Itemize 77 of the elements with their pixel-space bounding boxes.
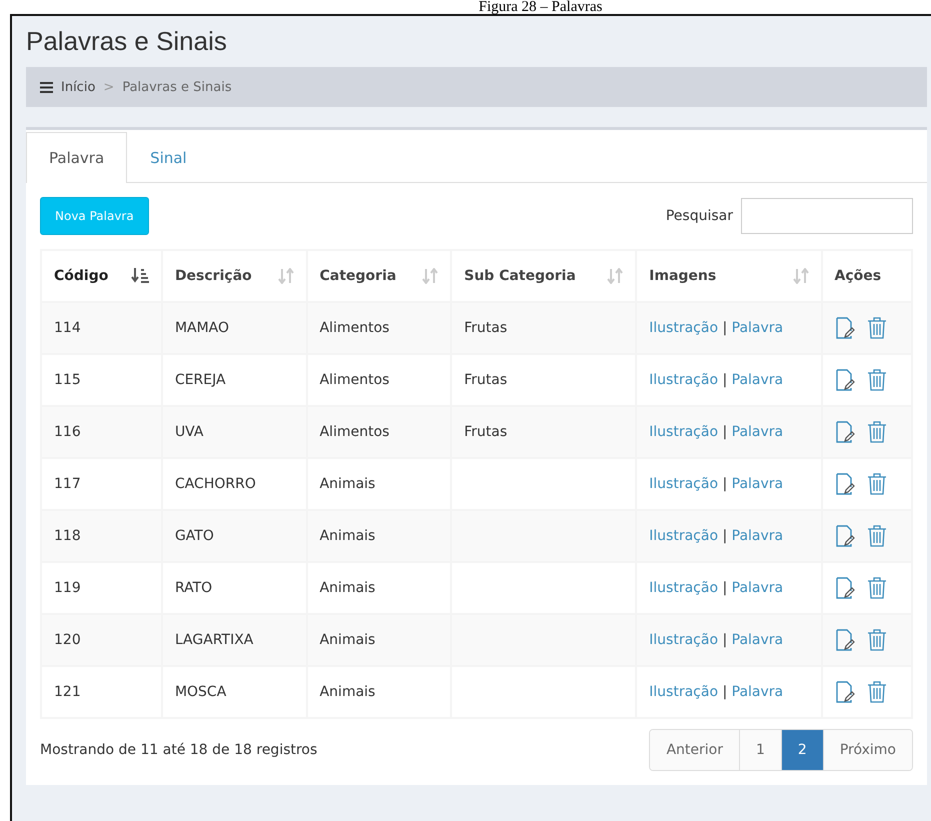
column-header[interactable]: Imagens: [636, 250, 822, 302]
table-cell: UVA: [162, 406, 307, 458]
illustration-link[interactable]: Ilustração: [649, 632, 718, 648]
link-separator: |: [722, 476, 728, 492]
edit-icon[interactable]: [834, 369, 855, 391]
trash-icon[interactable]: [866, 369, 887, 391]
trash-icon[interactable]: [866, 577, 887, 599]
pagination-button[interactable]: Próximo: [822, 730, 912, 770]
table-cell: Animais: [306, 666, 452, 718]
trash-icon[interactable]: [866, 681, 887, 703]
illustration-link[interactable]: Ilustração: [649, 528, 718, 544]
trash-icon[interactable]: [866, 421, 887, 443]
word-link[interactable]: Palavra: [732, 632, 784, 648]
table-cell: 116: [41, 406, 162, 458]
pagination-button[interactable]: 2: [780, 730, 823, 770]
column-header[interactable]: Código: [41, 250, 162, 302]
table-cell: 121: [41, 666, 162, 718]
trash-icon[interactable]: [866, 525, 887, 547]
table-cell: LAGARTIXA: [162, 614, 307, 666]
link-separator: |: [722, 424, 728, 440]
column-header[interactable]: Sub Categoria: [451, 250, 636, 302]
tab[interactable]: Palavra: [26, 132, 128, 183]
page-title: Palavras e Sinais: [26, 26, 228, 57]
edit-icon[interactable]: [834, 317, 855, 339]
search-label: Pesquisar: [666, 208, 733, 224]
pagination-button[interactable]: 1: [738, 730, 781, 770]
word-link[interactable]: Palavra: [732, 372, 784, 388]
trash-icon[interactable]: [866, 473, 887, 495]
link-separator: |: [722, 580, 728, 596]
breadcrumb-separator: >: [103, 80, 114, 94]
figure-caption: Figura 28 – Palavras: [478, 0, 604, 14]
illustration-link[interactable]: Ilustração: [649, 424, 718, 440]
illustration-link[interactable]: Ilustração: [649, 320, 718, 336]
word-link[interactable]: Palavra: [732, 684, 784, 700]
word-link[interactable]: Palavra: [732, 528, 784, 544]
table-cell: Frutas: [464, 424, 508, 440]
table-cell: Alimentos: [306, 302, 452, 354]
word-link[interactable]: Palavra: [732, 580, 784, 596]
tab[interactable]: Sinal: [127, 132, 210, 183]
table-cell: Frutas: [464, 372, 508, 388]
illustration-link[interactable]: Ilustração: [649, 684, 718, 700]
edit-icon[interactable]: [834, 681, 855, 703]
table-cell: Animais: [306, 510, 452, 562]
link-separator: |: [722, 684, 728, 700]
edit-icon[interactable]: [834, 421, 855, 443]
edit-icon[interactable]: [834, 577, 855, 599]
table-cell: Frutas: [464, 320, 508, 336]
link-separator: |: [722, 320, 728, 336]
search-field[interactable]: [741, 198, 913, 234]
breadcrumb-current: Palavras e Sinais: [122, 80, 232, 94]
trash-icon[interactable]: [866, 629, 887, 651]
link-separator: |: [722, 372, 728, 388]
illustration-link[interactable]: Ilustração: [649, 476, 718, 492]
table-cell: 114: [41, 302, 162, 354]
table-cell: MOSCA: [162, 666, 307, 718]
word-link[interactable]: Palavra: [732, 424, 784, 440]
link-separator: |: [722, 528, 728, 544]
table-cell: 118: [41, 510, 162, 562]
edit-icon[interactable]: [834, 629, 855, 651]
link-separator: |: [722, 632, 728, 648]
pagination-button[interactable]: Anterior: [650, 730, 739, 770]
table-cell: GATO: [162, 510, 307, 562]
illustration-link[interactable]: Ilustração: [649, 372, 718, 388]
illustration-link[interactable]: Ilustração: [649, 580, 718, 596]
word-link[interactable]: Palavra: [732, 476, 784, 492]
table-cell: Animais: [306, 614, 452, 666]
records-info: Mostrando de 11 até 18 de 18 registros: [40, 742, 318, 758]
table-cell: MAMAO: [162, 302, 307, 354]
menu-icon: [40, 82, 53, 92]
word-link[interactable]: Palavra: [732, 320, 784, 336]
table-cell: Alimentos: [306, 406, 452, 458]
trash-icon[interactable]: [866, 317, 887, 339]
breadcrumb-link[interactable]: Início: [61, 80, 96, 94]
new-word-button[interactable]: Nova Palavra: [40, 197, 149, 235]
table-cell: 120: [41, 614, 162, 666]
edit-icon[interactable]: [834, 473, 855, 495]
edit-icon[interactable]: [834, 525, 855, 547]
